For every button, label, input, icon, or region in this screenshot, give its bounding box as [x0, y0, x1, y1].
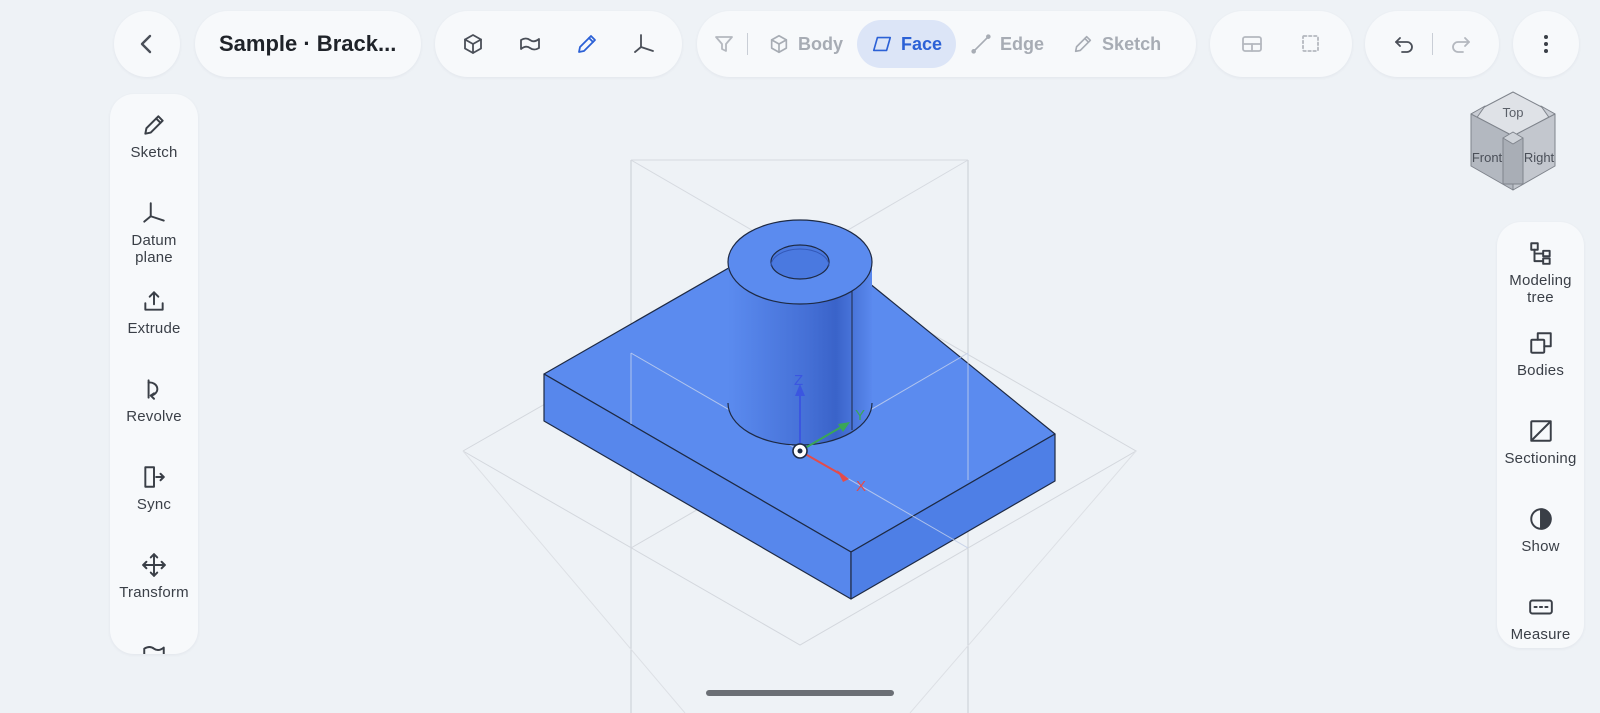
tool-datum-plane[interactable]: Datum plane — [110, 200, 198, 266]
tool-modeling-tree-label: Modeling tree — [1509, 272, 1572, 306]
sync-icon — [144, 466, 165, 488]
surface-icon — [143, 646, 165, 654]
axis-z-label: Z — [794, 372, 803, 389]
surface-icon[interactable] — [508, 22, 552, 66]
view-cube-top-label: Top — [1503, 105, 1524, 120]
box-select-icon[interactable] — [1289, 22, 1333, 66]
tool-surface-partial[interactable] — [110, 640, 198, 654]
move-icon — [142, 553, 166, 577]
history-divider — [1431, 33, 1433, 55]
view-cube-front-label: Front — [1472, 150, 1503, 165]
ruler-icon — [1528, 599, 1553, 615]
filter-edge-label: Edge — [1000, 33, 1045, 54]
document-title-pill[interactable]: Sample · Brack... — [195, 11, 421, 77]
tool-extrude[interactable]: Extrude — [110, 288, 198, 337]
section-icon — [1529, 420, 1552, 442]
tool-transform-label: Transform — [119, 584, 189, 601]
tool-sync-label: Sync — [136, 496, 172, 513]
filter-sketch-label: Sketch — [1102, 33, 1162, 54]
filter-body-label: Body — [798, 33, 843, 54]
filter-body[interactable]: Body — [754, 20, 857, 68]
home-indicator[interactable] — [706, 690, 894, 696]
more-vertical-icon — [1524, 22, 1568, 66]
tool-sketch-label: Sketch — [130, 144, 178, 161]
left-tool-panel: Sketch Datum plane Extrude Revolve Sync … — [110, 94, 198, 654]
line-icon — [971, 34, 991, 54]
3d-viewport[interactable]: Z Y X — [0, 0, 1600, 713]
tool-show-label: Show — [1521, 538, 1560, 555]
tool-sync[interactable]: Sync — [110, 464, 198, 513]
parallelogram-icon — [872, 36, 892, 52]
tool-sectioning-label: Sectioning — [1504, 450, 1577, 467]
pencil-icon — [1074, 35, 1092, 53]
filter-face[interactable]: Face — [857, 20, 957, 68]
tool-measure-label: Measure — [1510, 626, 1571, 643]
back-button[interactable] — [114, 11, 180, 77]
tool-sketch[interactable]: Sketch — [110, 112, 198, 161]
view-mode-toolbar — [435, 11, 682, 77]
axes-icon[interactable] — [622, 22, 666, 66]
filter-sketch[interactable]: Sketch — [1058, 20, 1175, 68]
filter-edge[interactable]: Edge — [956, 20, 1058, 68]
tool-transform[interactable]: Transform — [110, 552, 198, 601]
tool-bodies[interactable]: Bodies — [1497, 330, 1584, 379]
chevron-left-icon — [125, 22, 169, 66]
tool-sectioning[interactable]: Sectioning — [1497, 418, 1584, 467]
extrude-icon — [144, 291, 164, 311]
datum-plane-icon — [143, 202, 165, 223]
cylinder-hole[interactable] — [770, 244, 830, 280]
view-cube-right-label: Right — [1524, 150, 1555, 165]
filter-divider — [747, 33, 748, 55]
tool-show[interactable]: Show — [1497, 506, 1584, 555]
layout-toolbar — [1210, 11, 1352, 77]
tree-icon — [1529, 242, 1551, 265]
document-title: Sample · Brack... — [219, 31, 397, 56]
tool-extrude-label: Extrude — [127, 320, 181, 337]
view-cube[interactable]: Top Front Right — [1465, 90, 1561, 194]
layout-icon[interactable] — [1230, 22, 1274, 66]
funnel-icon[interactable] — [707, 22, 741, 66]
tool-datum-plane-label: Datum plane — [131, 232, 177, 266]
bodies-icon — [1529, 332, 1552, 354]
axis-y-label: Y — [855, 407, 865, 424]
right-tool-panel: Modeling tree Bodies Sectioning Show Mea… — [1497, 222, 1584, 648]
half-circle-icon — [1529, 508, 1552, 530]
tool-revolve[interactable]: Revolve — [110, 376, 198, 425]
pencil-icon[interactable] — [565, 22, 609, 66]
selection-filter-toolbar: Body Face Edge Sketch — [697, 11, 1196, 77]
axis-x-label: X — [856, 478, 866, 495]
tool-bodies-label: Bodies — [1516, 362, 1565, 379]
undo-icon[interactable] — [1382, 22, 1426, 66]
tool-modeling-tree[interactable]: Modeling tree — [1497, 240, 1584, 306]
redo-icon[interactable] — [1439, 22, 1483, 66]
tool-measure[interactable]: Measure — [1497, 594, 1584, 643]
cube-icon — [770, 34, 788, 54]
more-options-button[interactable] — [1513, 11, 1579, 77]
filter-face-label: Face — [901, 33, 943, 54]
cube-icon[interactable] — [451, 22, 495, 66]
tool-revolve-label: Revolve — [126, 408, 182, 425]
revolve-icon — [147, 379, 159, 400]
pencil-icon — [144, 115, 164, 135]
history-toolbar — [1365, 11, 1499, 77]
